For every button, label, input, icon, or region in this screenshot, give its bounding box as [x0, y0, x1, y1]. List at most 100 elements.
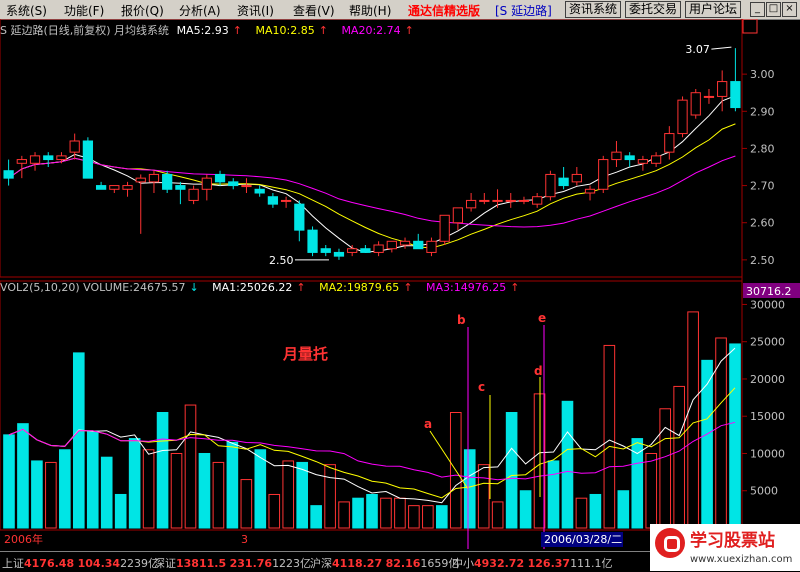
volume-bar — [729, 343, 741, 529]
volume-tick-label: 25000 — [750, 336, 785, 349]
candle-body — [413, 240, 424, 250]
candle-body — [228, 181, 239, 187]
info-system-button[interactable]: 资讯系统 — [565, 1, 622, 18]
candle-body — [148, 173, 160, 183]
menu-info[interactable]: 资讯(I) — [237, 2, 274, 19]
menu-view[interactable]: 查看(V) — [293, 2, 335, 19]
minimize-icon[interactable]: _ — [750, 2, 765, 17]
candle-body — [43, 155, 54, 161]
candle-body — [135, 177, 146, 183]
index-hs[interactable]: 沪深4118.27 82.161659亿 — [310, 555, 459, 571]
index-sme[interactable]: 中小4932.72 126.37111.1亿 — [452, 555, 613, 571]
app-title: 通达信精选版 — [408, 4, 481, 18]
volume-bar — [86, 430, 99, 529]
volume-bar — [198, 452, 211, 529]
index-shenzhen[interactable]: 深证13811.5 231.761223亿 — [154, 555, 311, 571]
price-tick-label: 2.60 — [750, 217, 775, 230]
candle-body — [3, 170, 14, 179]
candle-body — [426, 240, 437, 253]
volume-current-label: 30716.2 — [746, 285, 792, 298]
candle-body — [122, 185, 133, 190]
candle-body — [29, 155, 41, 164]
candle-body — [664, 133, 675, 153]
volume-bar — [114, 493, 127, 529]
price-ma5-line — [8, 95, 736, 253]
candle-body — [624, 155, 635, 161]
menu-help[interactable]: 帮助(H) — [349, 2, 391, 19]
price-tick-label: 2.90 — [750, 105, 775, 118]
menu-analysis[interactable]: 分析(A) — [179, 2, 221, 19]
volume-bar — [240, 479, 253, 529]
index-shanghai[interactable]: 上证4176.48 104.342239亿 — [2, 555, 159, 571]
date-label-mid: 3 — [241, 533, 248, 546]
volume-chart-title: 月量托 — [282, 345, 328, 363]
price-tick-label: 2.70 — [750, 180, 775, 193]
price-tick-label: 2.50 — [750, 254, 775, 267]
candle-body — [188, 188, 199, 201]
volume-bar — [408, 505, 420, 529]
menu-bar: 系统(S) 功能(F) 报价(Q) 分析(A) 资讯(I) 查看(V) 帮助(H… — [0, 0, 800, 20]
forum-button[interactable]: 用户论坛 — [685, 1, 742, 18]
candle-body — [584, 188, 596, 194]
candle-body — [95, 185, 107, 190]
marker-label-c: c — [478, 380, 485, 394]
candle-body — [452, 207, 464, 224]
price-panel-frame — [0, 19, 743, 278]
volume-bar — [603, 344, 616, 529]
volume-bar — [142, 449, 155, 529]
watermark-title: 学习股票站 — [690, 531, 775, 551]
candle-body — [650, 155, 662, 164]
volume-tick-label: 20000 — [750, 373, 785, 386]
candle-body — [439, 214, 450, 242]
volume-bar — [673, 385, 685, 529]
trade-button[interactable]: 委托交易 — [625, 1, 682, 18]
candle-body — [571, 173, 582, 183]
volume-tick-label: 5000 — [750, 485, 778, 498]
watermark: 学习股票站 www.xuexizhan.com — [650, 524, 800, 571]
price-tick-label: 2.80 — [750, 142, 775, 155]
menu-quote[interactable]: 报价(Q) — [121, 2, 164, 19]
menu-system[interactable]: 系统(S) — [6, 2, 47, 19]
marker-label-d: d — [534, 364, 543, 378]
candle-body — [730, 81, 741, 109]
volume-bar — [617, 490, 630, 529]
candle-body — [545, 173, 556, 198]
candle-body — [241, 185, 252, 188]
restore-icon[interactable]: □ — [766, 2, 781, 17]
volume-bar — [268, 493, 281, 529]
candle-body — [690, 92, 701, 116]
candle-body — [56, 155, 67, 161]
volume-bar — [72, 352, 85, 529]
high-arrow — [711, 46, 732, 50]
candle-body — [162, 173, 173, 190]
candle-body — [611, 151, 622, 161]
volume-bar — [45, 461, 57, 529]
volume-bar — [100, 456, 113, 529]
volume-bar — [519, 490, 532, 529]
volume-bar — [645, 452, 658, 529]
candle-body — [532, 196, 543, 205]
candle-body — [16, 159, 27, 164]
volume-bar — [352, 497, 364, 529]
volume-ma5-line — [8, 347, 736, 504]
volume-bar — [422, 505, 434, 529]
volume-bar — [561, 400, 574, 529]
volume-ma20-line — [8, 421, 736, 481]
low-price-label: 2.50 — [269, 254, 294, 267]
candle-body — [267, 196, 279, 205]
candle-body — [492, 199, 503, 202]
volume-bar — [338, 501, 350, 529]
close-icon[interactable]: × — [782, 2, 797, 17]
volume-bar — [156, 412, 169, 529]
volume-bar — [3, 434, 15, 529]
candle-body — [465, 199, 477, 209]
kline-chart[interactable]: 3.00 2.90 2.80 2.70 2.60 2.50 30000 25000 20000 1… — [0, 19, 800, 551]
volume-ma10-line — [8, 387, 736, 499]
volume-bar — [505, 412, 518, 529]
panel-toggle-icon — [742, 19, 758, 34]
volume-bar — [17, 423, 29, 529]
candle-body — [373, 244, 384, 253]
volume-bar — [324, 464, 336, 529]
volume-tick-label: 15000 — [750, 410, 785, 423]
menu-function[interactable]: 功能(F) — [64, 2, 104, 19]
